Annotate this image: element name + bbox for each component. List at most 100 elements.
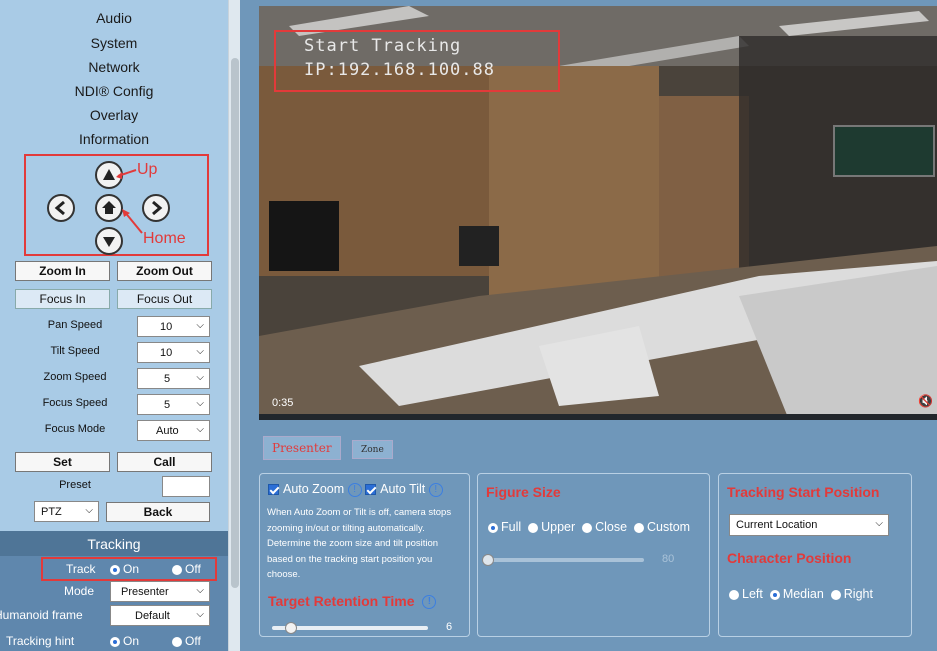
checkbox-checked-icon — [268, 484, 279, 496]
auto-zoom-checkbox[interactable]: Auto Zoom — [268, 482, 344, 496]
pan-speed-select[interactable]: 10 ⌵ — [137, 316, 210, 337]
radio-icon — [634, 522, 645, 533]
auto-tilt-checkbox[interactable]: Auto Tilt — [365, 482, 425, 496]
set-preset-button[interactable]: Set — [15, 452, 110, 472]
sidebar-scrollbar[interactable] — [228, 0, 240, 651]
chevron-down-icon: ⌵ — [196, 320, 204, 331]
pan-speed-value: 10 — [160, 320, 173, 333]
video-timecode: 0:35 — [272, 397, 294, 409]
position-left-label: Left — [742, 587, 763, 601]
radio-icon — [528, 522, 539, 533]
figure-slider-value: 80 — [662, 553, 675, 565]
info-icon[interactable]: ! — [428, 482, 443, 497]
checkbox-checked-icon — [365, 484, 377, 496]
scrollbar-thumb[interactable] — [231, 58, 239, 588]
track-highlight-box — [41, 557, 217, 581]
sidebar: Audio System Network NDI® Config Overlay… — [0, 0, 228, 651]
tab-zone[interactable]: Zone — [352, 440, 393, 459]
call-preset-button[interactable]: Call — [117, 452, 212, 472]
video-progress-bar[interactable] — [259, 414, 937, 420]
zoom-out-button[interactable]: Zoom Out — [117, 261, 212, 281]
position-left-radio[interactable]: Left — [729, 587, 763, 601]
figure-custom-radio[interactable]: Custom — [634, 520, 690, 534]
radio-selected-icon — [488, 522, 498, 533]
figure-size-options: Full Upper Close Custom — [488, 520, 690, 534]
humanoid-frame-value: Default — [135, 609, 170, 622]
ptz-mode-select[interactable]: PTZ ⌵ — [34, 501, 99, 522]
character-position-title: Character Position — [727, 550, 852, 566]
tab-presenter[interactable]: Presenter — [263, 436, 341, 460]
focus-mode-select[interactable]: Auto ⌵ — [137, 420, 210, 441]
mode-value: Presenter — [121, 585, 169, 598]
hint-on-radio[interactable]: On — [110, 634, 139, 648]
chevron-down-icon: ⌵ — [196, 372, 204, 383]
ptz-left-button[interactable] — [47, 194, 75, 222]
zoom-speed-select[interactable]: 5 ⌵ — [137, 368, 210, 389]
figure-upper-radio[interactable]: Upper — [528, 520, 575, 534]
radio-icon — [729, 589, 739, 600]
focus-speed-value: 5 — [164, 398, 171, 411]
menu-item-network[interactable]: Network — [0, 59, 228, 75]
osd-highlight-box — [274, 30, 560, 92]
position-median-label: Median — [782, 587, 824, 601]
menu-item-system[interactable]: System — [0, 35, 228, 51]
character-position-options: Left Median Right — [729, 587, 873, 601]
hint-on-label: On — [123, 634, 140, 648]
auto-tilt-label: Auto Tilt — [380, 482, 426, 496]
figure-full-label: Full — [501, 520, 522, 534]
ptz-mode-value: PTZ — [41, 505, 62, 518]
figure-slider-thumb[interactable] — [482, 554, 494, 566]
figure-custom-label: Custom — [647, 520, 691, 534]
zoom-speed-value: 5 — [164, 372, 171, 385]
position-right-radio[interactable]: Right — [830, 587, 873, 601]
tracking-start-position-value: Current Location — [736, 519, 818, 531]
tracking-header-label: Tracking — [87, 535, 141, 552]
chevron-down-icon: ⌵ — [875, 518, 883, 529]
home-annotation-label: Home — [143, 230, 186, 247]
radio-icon — [582, 522, 593, 533]
pan-speed-label: Pan Speed — [47, 319, 103, 331]
back-button[interactable]: Back — [106, 502, 210, 522]
auto-toggles: Auto Zoom ! Auto Tilt ! — [268, 482, 443, 497]
preset-label: Preset — [59, 479, 91, 491]
figure-size-title: Figure Size — [486, 484, 561, 500]
focus-speed-select[interactable]: 5 ⌵ — [137, 394, 210, 415]
menu-item-overlay[interactable]: Overlay — [0, 107, 228, 123]
tilt-speed-select[interactable]: 10 ⌵ — [137, 342, 210, 363]
menu-item-ndi-config[interactable]: NDI® Config — [0, 83, 228, 99]
info-icon[interactable]: ! — [347, 482, 362, 497]
position-median-radio[interactable]: Median — [769, 587, 824, 601]
hint-off-label: Off — [185, 634, 201, 648]
focus-in-button[interactable]: Focus In — [15, 289, 110, 309]
menu-item-information[interactable]: Information — [0, 131, 228, 147]
auto-description: When Auto Zoom or Tilt is off, camera st… — [267, 507, 452, 580]
figure-slider-track[interactable] — [486, 558, 644, 562]
tracking-header: Tracking — [0, 531, 228, 556]
figure-full-radio[interactable]: Full — [488, 520, 521, 534]
mode-select[interactable]: Presenter ⌵ — [110, 581, 210, 602]
focus-out-button[interactable]: Focus Out — [117, 289, 212, 309]
tracking-hint-label: Tracking hint — [6, 634, 75, 648]
chevron-down-icon: ⌵ — [196, 424, 204, 435]
target-retention-title-text: Target Retention Time — [268, 593, 415, 609]
mode-label: Mode — [64, 584, 95, 598]
radio-selected-icon — [110, 636, 120, 647]
figure-upper-label: Upper — [541, 520, 576, 534]
zoom-in-button[interactable]: Zoom In — [15, 261, 110, 281]
zoom-speed-label: Zoom Speed — [43, 371, 107, 383]
figure-close-radio[interactable]: Close — [582, 520, 627, 534]
position-right-label: Right — [843, 587, 873, 601]
humanoid-frame-select[interactable]: Default ⌵ — [110, 605, 210, 626]
focus-mode-value: Auto — [156, 424, 179, 437]
hint-off-radio[interactable]: Off — [172, 634, 201, 648]
mute-icon[interactable]: 🔇 — [918, 394, 933, 408]
retention-value: 6 — [446, 621, 453, 633]
retention-slider-thumb[interactable] — [284, 622, 297, 634]
menu-item-audio[interactable]: Audio — [0, 10, 228, 26]
tracking-start-position-select[interactable]: Current Location ⌵ — [729, 514, 889, 536]
info-icon[interactable]: ! — [422, 595, 437, 610]
tilt-speed-label: Tilt Speed — [50, 345, 100, 357]
radio-selected-icon — [769, 589, 780, 600]
tracking-start-position-title: Tracking Start Position — [727, 484, 880, 500]
preset-input[interactable] — [162, 476, 210, 497]
